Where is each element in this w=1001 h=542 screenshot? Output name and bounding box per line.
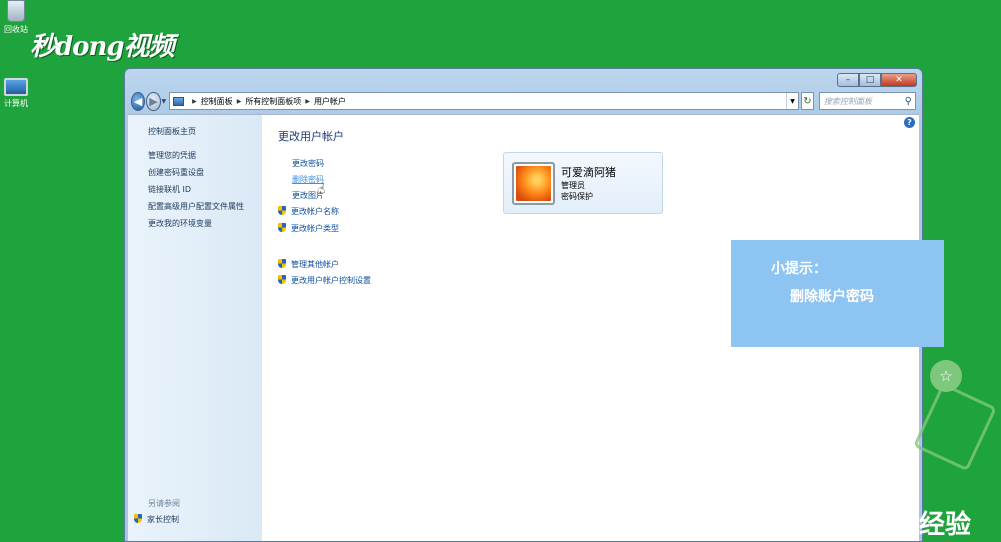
sidebar-item-credentials[interactable]: 管理您的凭据: [148, 150, 196, 161]
hand-cursor-icon: ☝: [318, 182, 326, 196]
recent-pages-dropdown[interactable]: ▼: [161, 98, 168, 105]
chevron-right-icon[interactable]: ▶: [192, 98, 197, 105]
sidebar-item-profile-properties[interactable]: 配置高级用户配置文件属性: [148, 201, 244, 212]
trash-icon: [7, 0, 25, 22]
forward-arrow-icon: ▶: [149, 94, 158, 108]
forward-button[interactable]: ▶: [146, 91, 161, 111]
maximize-button[interactable]: □: [859, 73, 881, 87]
minimize-icon: –: [845, 75, 851, 85]
breadcrumb-user-accounts[interactable]: 用户帐户: [314, 96, 346, 107]
search-icon[interactable]: ⚲: [905, 96, 912, 107]
sidebar-item-online-id[interactable]: 链接联机 ID: [148, 184, 191, 195]
shield-icon: [278, 206, 286, 215]
avatar[interactable]: [512, 162, 555, 205]
monitor-icon: [4, 78, 28, 96]
computer-icon[interactable]: 计算机: [0, 78, 38, 109]
help-icon[interactable]: ?: [904, 117, 915, 128]
caption-buttons: – □ ✕: [837, 73, 917, 87]
shield-icon: [278, 275, 286, 284]
task-change-password[interactable]: 更改密码: [292, 158, 324, 169]
navigation-bar: ◀ ▶ ▼ ▶ 控制面板 ▶ 所有控制面板项 ▶ 用户帐户 ▼ ↻ 搜索控制面板…: [131, 91, 916, 111]
back-button[interactable]: ◀: [131, 91, 146, 111]
watermark-leaf-icon: ☆: [913, 352, 1001, 472]
shield-icon: [134, 514, 142, 523]
breadcrumb-all-items[interactable]: 所有控制面板项: [245, 96, 301, 107]
refresh-button[interactable]: ↻: [801, 92, 814, 110]
sidebar: 控制面板主页 管理您的凭据 创建密码重设盘 链接联机 ID 配置高级用户配置文件…: [128, 115, 262, 541]
watermark-logo: 秒dong视频: [30, 32, 175, 62]
chevron-right-icon[interactable]: ▶: [237, 98, 242, 105]
search-input[interactable]: 搜索控制面板 ⚲: [818, 92, 916, 110]
chevron-right-icon[interactable]: ▶: [305, 98, 310, 105]
see-also-heading: 另请参阅: [148, 499, 180, 508]
sidebar-item-parental-controls[interactable]: 家长控制: [134, 514, 179, 525]
watermark-text: 经验: [919, 510, 972, 540]
search-placeholder: 搜索控制面板: [823, 96, 872, 106]
sidebar-item-home[interactable]: 控制面板主页: [148, 126, 196, 137]
shield-icon: [278, 223, 286, 232]
task-change-account-type[interactable]: 更改帐户类型: [278, 223, 339, 234]
leaf-outline: [913, 382, 997, 472]
close-icon: ✕: [895, 75, 903, 85]
control-panel-icon: [173, 96, 185, 106]
star-icon: ☆: [930, 360, 962, 392]
sidebar-item-reset-disk[interactable]: 创建密码重设盘: [148, 167, 204, 178]
tip-title: 小提示：: [771, 261, 827, 277]
task-label: 更改用户帐户控制设置: [291, 276, 371, 285]
minimize-button[interactable]: –: [837, 73, 859, 87]
task-uac-settings[interactable]: 更改用户帐户控制设置: [278, 275, 371, 286]
flower-picture-icon: [516, 166, 551, 201]
back-arrow-icon: ◀: [133, 94, 143, 108]
task-manage-other-accounts[interactable]: 管理其他帐户: [278, 259, 339, 270]
account-status: 密码保护: [561, 192, 593, 201]
account-name: 可爱滴阿猪: [561, 166, 616, 179]
sidebar-item-env-variables[interactable]: 更改我的环境变量: [148, 218, 212, 229]
address-dropdown[interactable]: ▼: [786, 93, 798, 109]
tip-panel: 小提示： 删除账户密码: [731, 240, 944, 347]
maximize-icon: □: [865, 75, 875, 85]
task-change-account-name[interactable]: 更改帐户名称: [278, 206, 339, 217]
breadcrumb-control-panel[interactable]: 控制面板: [201, 96, 233, 107]
close-button[interactable]: ✕: [881, 73, 917, 87]
task-label: 更改帐户类型: [291, 224, 339, 233]
account-role: 管理员: [561, 181, 585, 190]
tip-body: 删除账户密码: [790, 289, 874, 305]
address-bar[interactable]: ▶ 控制面板 ▶ 所有控制面板项 ▶ 用户帐户 ▼: [169, 92, 800, 110]
account-card: 可爱滴阿猪 管理员 密码保护: [503, 152, 663, 214]
computer-label: 计算机: [4, 99, 28, 108]
page-title: 更改用户帐户: [278, 130, 344, 143]
refresh-icon: ↻: [803, 95, 812, 107]
task-label: 更改帐户名称: [291, 207, 339, 216]
task-label: 管理其他帐户: [291, 260, 339, 269]
parental-controls-label: 家长控制: [147, 515, 179, 524]
shield-icon: [278, 259, 286, 268]
